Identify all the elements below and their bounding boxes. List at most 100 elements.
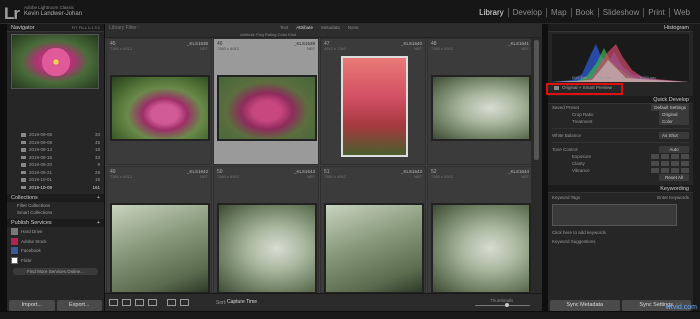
flickr-icon [11, 256, 18, 264]
folder-icon [21, 163, 26, 167]
service-hard-drive[interactable]: Hard Drive [7, 227, 104, 237]
folder-icon [21, 148, 26, 152]
photo-thumbnail[interactable] [110, 203, 210, 294]
photo-thumbnail[interactable] [341, 56, 408, 157]
survey-view-icon[interactable] [148, 299, 157, 306]
add-collection-icon[interactable]: + [97, 195, 100, 201]
exposure-stepper[interactable] [651, 153, 689, 160]
service-adobe-stock[interactable]: Adobe Stock [7, 237, 104, 247]
reset-all-button[interactable]: Reset All [659, 174, 689, 181]
right-panel-scrollbar[interactable] [693, 24, 700, 311]
navigator-preview[interactable] [11, 34, 99, 89]
import-button[interactable]: Import... [9, 300, 55, 311]
export-button[interactable]: Export... [56, 300, 102, 311]
divider [552, 142, 689, 143]
white-balance-row[interactable]: White Balance As Shot [548, 132, 693, 139]
white-balance-dropdown[interactable]: As Shot [659, 132, 689, 139]
module-develop[interactable]: Develop [509, 8, 547, 17]
sync-metadata-button[interactable]: Sync Metadata [550, 300, 620, 311]
keywording-header[interactable]: Keywording [548, 185, 693, 193]
crop-ratio-row[interactable]: Crop Ratio Original [548, 111, 693, 118]
add-service-icon[interactable]: + [97, 220, 100, 226]
filter-tab-attribute[interactable]: Attribute [296, 25, 313, 30]
module-web[interactable]: Web [670, 8, 694, 17]
module-slideshow[interactable]: Slideshow [599, 8, 645, 17]
service-flickr[interactable]: Flickr [7, 256, 104, 266]
grid-cell[interactable]: 50 _KLS1643 7360 x 4912 NEF [213, 166, 319, 294]
grid-cell[interactable]: 45 _KLS1638 7360 x 4912 NEF [106, 38, 212, 165]
grid-cell[interactable]: 52 _KLS1644 7360 x 4912 NEF [427, 166, 533, 294]
folder-item-selected[interactable]: 2019-10-09 161 [7, 184, 104, 192]
photo-thumbnail[interactable] [324, 203, 424, 294]
folder-icon [21, 155, 26, 160]
module-library[interactable]: Library [475, 8, 509, 17]
folder-item[interactable]: 2019-10-01 15 [7, 176, 104, 184]
filter-collections[interactable]: Filter Collections [7, 202, 104, 209]
grid-cell[interactable]: 51 _KLS1643 7360 x 4912 NEF [320, 166, 426, 294]
attribute-filter-row[interactable]: Attribute Flag Rating Color Kind [240, 32, 296, 37]
treatment-dropdown[interactable]: Color [659, 118, 689, 125]
service-facebook[interactable]: Facebook [7, 246, 104, 256]
photo-thumbnail[interactable] [217, 75, 317, 141]
loupe-view-icon[interactable] [122, 299, 131, 306]
histogram-header[interactable]: Histogram [548, 24, 693, 32]
folder-item[interactable]: 2019-09-06 33 [7, 131, 104, 139]
find-more-services-button[interactable]: Find More Services Online... [13, 268, 98, 275]
painter-icon[interactable] [167, 299, 176, 306]
filter-tab-text[interactable]: Text [280, 25, 288, 30]
folder-item[interactable]: 2019-09-21 29 [7, 169, 104, 177]
keyword-tags-row[interactable]: Keyword Tags Enter Keywords [548, 193, 693, 202]
navigator-header[interactable]: Navigator FIT FILL 1:1 3:1 [7, 24, 104, 32]
exposure-row: Exposure [548, 153, 693, 160]
folder-item[interactable]: 2019-09-20 9 [7, 161, 104, 169]
lightroom-logo: Lr [4, 4, 20, 23]
module-map[interactable]: Map [547, 8, 572, 17]
publish-services-header[interactable]: Publish Services + [7, 219, 104, 227]
compare-view-icon[interactable] [135, 299, 144, 306]
folder-item[interactable]: 2019-09-14 18 [7, 146, 104, 154]
photo-thumbnail[interactable] [431, 203, 531, 294]
module-print[interactable]: Print [644, 8, 670, 17]
filter-tab-metadata[interactable]: Metadata [321, 25, 340, 30]
photo-thumbnail[interactable] [110, 75, 210, 141]
treatment-row[interactable]: Treatment Color [548, 118, 693, 125]
keyword-suggestions[interactable]: Keyword Suggestions [548, 237, 693, 246]
grid-view-icon[interactable] [109, 299, 118, 306]
keyword-tags-dropdown[interactable]: Enter Keywords [657, 195, 689, 200]
slider-knob[interactable] [505, 303, 509, 307]
folder-item[interactable]: 2019-09-09 45 [7, 139, 104, 147]
photo-thumbnail[interactable] [217, 203, 317, 294]
app-title: Adobe Lightroom Classic [24, 5, 75, 10]
navigator-zoom-options[interactable]: FIT FILL 1:1 3:1 [72, 25, 100, 30]
crop-ratio-dropdown[interactable]: Original [659, 111, 689, 118]
people-icon[interactable] [180, 299, 189, 306]
user-name: Kevin Landwer-Johan [24, 11, 83, 17]
grid-scrollbar[interactable] [531, 38, 542, 293]
grid-view: Library Filter : Text Attribute Metadata… [105, 24, 542, 311]
sort-dropdown[interactable]: Capture Time [227, 299, 257, 305]
quick-develop-header[interactable]: Quick Develop [548, 96, 693, 104]
folder-item[interactable]: 2019-09-16 33 [7, 154, 104, 162]
watermark: wtvid.com [665, 304, 697, 311]
filter-tab-none[interactable]: None [348, 25, 359, 30]
saved-preset-row[interactable]: Saved Preset Default Settings [548, 104, 693, 111]
grid-cell[interactable]: 47 _KLS1640 4912 x 7360 NEF [320, 38, 426, 165]
saved-preset-dropdown[interactable]: Default Settings [651, 104, 689, 111]
smart-preview-status[interactable]: Original + Smart Preview [546, 83, 689, 95]
histogram-info: ISO 400 105 mm f/4.0 1/250 sec [572, 75, 657, 80]
photo-thumbnail[interactable] [431, 75, 531, 141]
grid-cell[interactable]: 49 _KLS1642 7360 x 4912 NEF [106, 166, 212, 294]
grid-cell-selected[interactable]: 46 _KLS1639 7360 x 4912 NEF [213, 38, 319, 165]
module-book[interactable]: Book [572, 8, 599, 17]
vibrance-stepper[interactable] [651, 167, 689, 174]
scrollbar-thumb[interactable] [534, 40, 539, 160]
auto-tone-button[interactable]: Auto [659, 146, 689, 153]
tone-control-row[interactable]: Tone Control Auto [548, 146, 693, 153]
clarity-stepper[interactable] [651, 160, 689, 167]
click-add-keywords[interactable]: Click here to add keywords [548, 228, 693, 237]
thumbnail-size-slider[interactable] [475, 303, 530, 307]
grid-cell[interactable]: 48 _KLS1641 7360 x 4912 NEF [427, 38, 533, 165]
collections-header[interactable]: Collections + [7, 194, 104, 202]
keyword-input[interactable] [552, 204, 677, 226]
smart-collections[interactable]: Smart Collections [7, 209, 104, 216]
